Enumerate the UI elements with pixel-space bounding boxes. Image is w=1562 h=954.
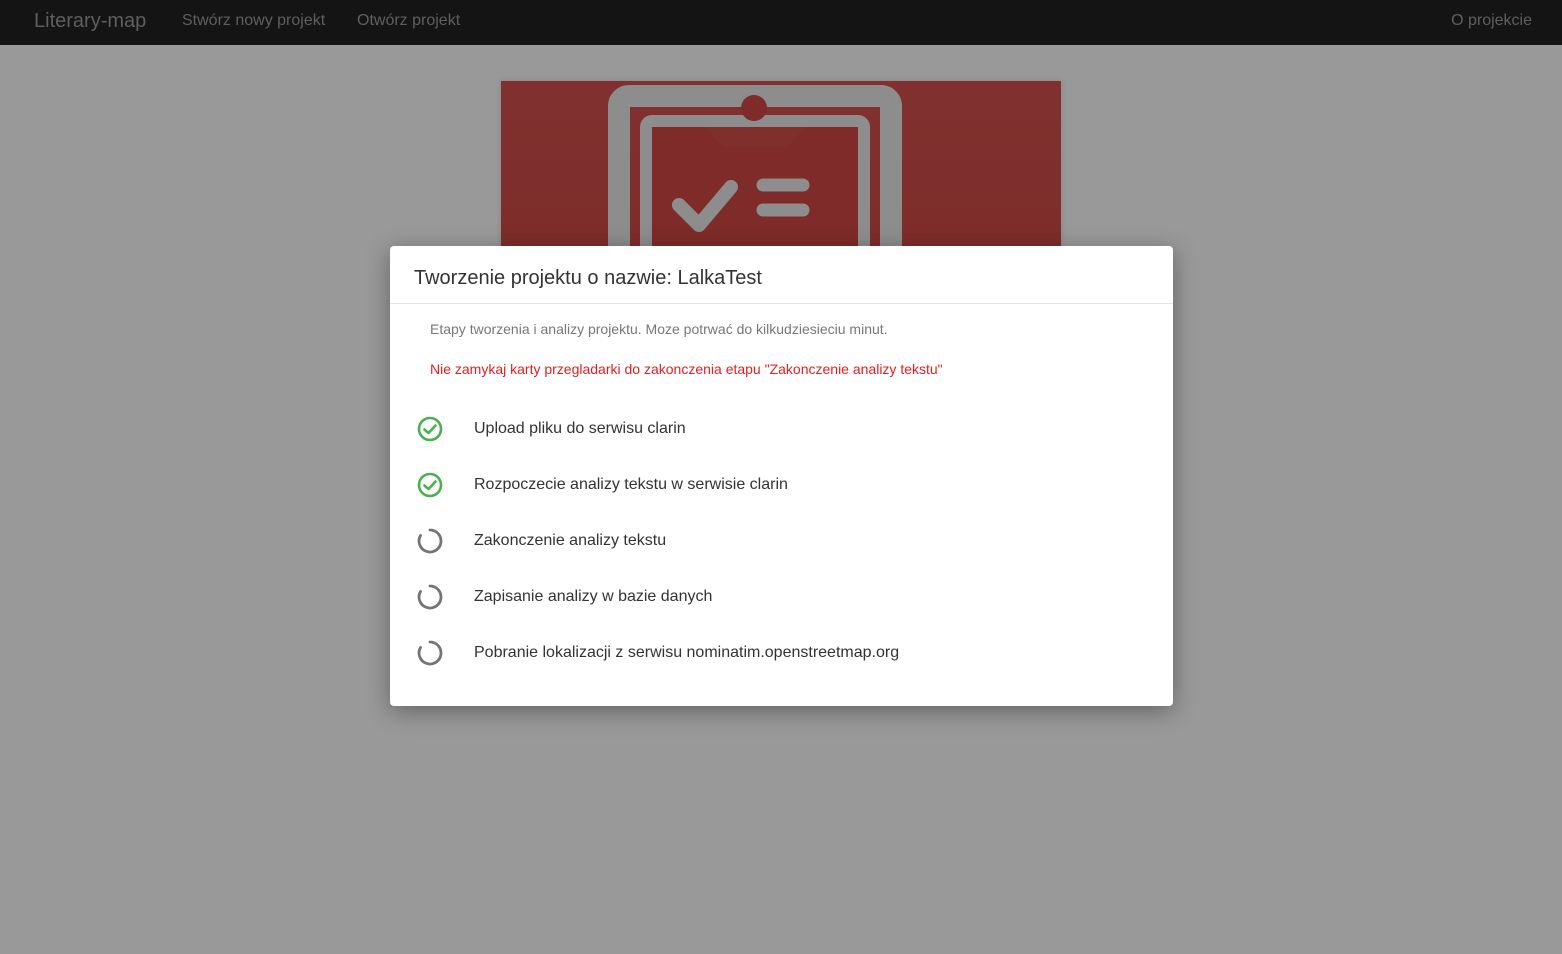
modal-header: Tworzenie projektu o nazwie: LalkaTest [390, 246, 1173, 304]
modal-subtitle: Etapy tworzenia i analizy projektu. Moze… [430, 321, 888, 337]
step-label: Pobranie lokalizacji z serwisu nominatim… [474, 644, 900, 661]
step-label: Zapisanie analizy w bazie danych [474, 588, 713, 605]
modal-warning: Nie zamykaj karty przegladarki do zakonc… [430, 361, 943, 377]
step-label: Upload pliku do serwisu clarin [474, 420, 686, 437]
step-label: Rozpoczecie analizy tekstu w serwisie cl… [474, 476, 788, 493]
check-circle-icon [417, 472, 443, 498]
check-circle-icon [417, 416, 443, 442]
step-item: Upload pliku do serwisu clarin [416, 415, 686, 443]
spinner-icon [417, 640, 443, 666]
spinner-icon [417, 584, 443, 610]
step-label: Zakonczenie analizy tekstu [474, 532, 667, 549]
step-item: Rozpoczecie analizy tekstu w serwisie cl… [416, 471, 788, 499]
modal-title: Tworzenie projektu o nazwie: LalkaTest [414, 267, 762, 289]
step-item: Pobranie lokalizacji z serwisu nominatim… [416, 639, 899, 667]
project-creation-modal: Tworzenie projektu o nazwie: LalkaTest E… [390, 246, 1173, 706]
step-item: Zakonczenie analizy tekstu [416, 527, 666, 555]
spinner-icon [417, 528, 443, 554]
step-item: Zapisanie analizy w bazie danych [416, 583, 712, 611]
